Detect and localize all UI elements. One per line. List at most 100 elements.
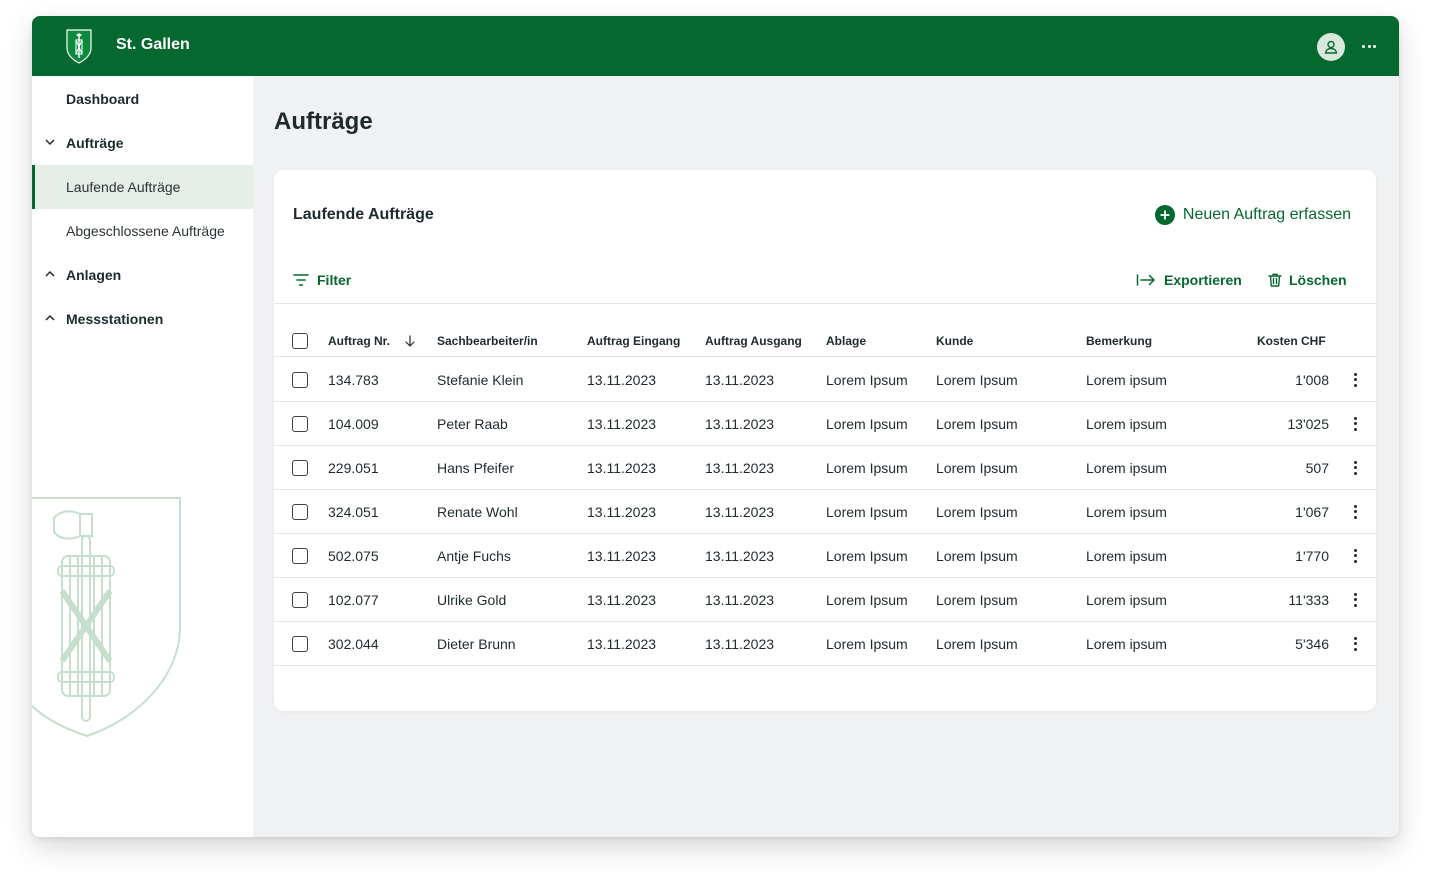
sidebar: Dashboard Aufträge Laufende Aufträge Abg…: [32, 76, 253, 837]
cell-ablage: Lorem Ipsum: [826, 635, 908, 652]
cell-bemerkung: Lorem ipsum: [1086, 591, 1167, 608]
orders-card: Laufende Aufträge Neuen Auftrag erfassen…: [274, 170, 1376, 711]
cell-eingang: 13.11.2023: [587, 415, 657, 432]
cell-kunde: Lorem Ipsum: [936, 635, 1018, 652]
row-checkbox[interactable]: [292, 371, 308, 388]
export-icon: [1136, 274, 1155, 286]
cell-ablage: Lorem Ipsum: [826, 371, 908, 388]
sidebar-item-label: Anlagen: [66, 267, 122, 283]
row-checkbox[interactable]: [292, 415, 308, 432]
new-order-label: Neuen Auftrag erfassen: [1182, 206, 1351, 223]
cell-eingang: 13.11.2023: [587, 635, 657, 652]
cell-ausgang: 13.11.2023: [705, 371, 775, 388]
row-menu-icon[interactable]: [1353, 548, 1357, 563]
sidebar-item-laufende-auftraege[interactable]: Laufende Aufträge: [32, 165, 253, 209]
cell-kosten: 1'008: [1295, 371, 1329, 388]
select-all-checkbox[interactable]: [292, 332, 308, 349]
row-checkbox[interactable]: [292, 547, 308, 564]
table-row[interactable]: 104.009 Peter Raab 13.11.2023 13.11.2023…: [274, 402, 1376, 446]
cell-ausgang: 13.11.2023: [705, 547, 775, 564]
table-row[interactable]: 229.051 Hans Pfeifer 13.11.2023 13.11.20…: [274, 446, 1376, 490]
cell-ablage: Lorem Ipsum: [826, 547, 908, 564]
cell-ausgang: 13.11.2023: [705, 591, 775, 608]
cell-sachbearbeiter: Hans Pfeifer: [437, 459, 515, 476]
cell-kosten: 507: [1305, 459, 1329, 476]
cell-eingang: 13.11.2023: [587, 547, 657, 564]
trash-icon: [1268, 273, 1282, 287]
sidebar-item-label: Messstationen: [66, 311, 164, 327]
sidebar-item-messstationen[interactable]: Messstationen: [32, 297, 253, 341]
cell-bemerkung: Lorem ipsum: [1086, 503, 1167, 520]
cell-sachbearbeiter: Stefanie Klein: [437, 371, 524, 388]
filter-button[interactable]: Filter: [293, 272, 351, 288]
app-window: St. Gallen Dashboard Aufträge Laufende A…: [32, 16, 1399, 837]
cell-ablage: Lorem Ipsum: [826, 415, 908, 432]
cell-sachbearbeiter: Dieter Brunn: [437, 635, 516, 652]
cell-sachbearbeiter: Renate Wohl: [437, 503, 518, 520]
export-label: Exportieren: [1164, 272, 1242, 288]
user-avatar-icon[interactable]: [1317, 33, 1345, 61]
row-menu-icon[interactable]: [1353, 416, 1357, 431]
sidebar-item-auftraege[interactable]: Aufträge: [32, 121, 253, 165]
sidebar-item-label: Laufende Aufträge: [66, 179, 181, 195]
row-checkbox[interactable]: [292, 459, 308, 476]
cell-eingang: 13.11.2023: [587, 459, 657, 476]
app-title: St. Gallen: [116, 36, 190, 53]
table-row[interactable]: 302.044 Dieter Brunn 13.11.2023 13.11.20…: [274, 622, 1376, 666]
table-header: Auftrag Nr. Sachbearbeiter/in Auftrag Ei…: [274, 325, 1376, 357]
cell-bemerkung: Lorem ipsum: [1086, 459, 1167, 476]
cell-bemerkung: Lorem ipsum: [1086, 547, 1167, 564]
row-checkbox[interactable]: [292, 635, 308, 652]
table-row[interactable]: 134.783 Stefanie Klein 13.11.2023 13.11.…: [274, 358, 1376, 402]
row-menu-icon[interactable]: [1353, 372, 1357, 387]
row-menu-icon[interactable]: [1353, 592, 1357, 607]
cell-eingang: 13.11.2023: [587, 503, 657, 520]
row-menu-icon[interactable]: [1353, 636, 1357, 651]
cell-nr: 302.044: [328, 635, 379, 652]
sidebar-item-abgeschlossene-auftraege[interactable]: Abgeschlossene Aufträge: [32, 209, 253, 253]
chevron-up-icon: [45, 314, 55, 321]
cell-kosten: 11'333: [1288, 591, 1329, 608]
export-button[interactable]: Exportieren: [1136, 272, 1242, 288]
cell-ausgang: 13.11.2023: [705, 459, 775, 476]
sidebar-item-anlagen[interactable]: Anlagen: [32, 253, 253, 297]
cell-sachbearbeiter: Antje Fuchs: [437, 547, 511, 564]
cell-kosten: 13'025: [1287, 415, 1329, 432]
cell-sachbearbeiter: Ulrike Gold: [437, 591, 507, 608]
more-horizontal-icon[interactable]: [1362, 34, 1376, 58]
column-header-ausgang[interactable]: Auftrag Ausgang: [705, 325, 802, 356]
cell-bemerkung: Lorem ipsum: [1086, 635, 1167, 652]
sidebar-item-label: Dashboard: [66, 91, 140, 107]
column-header-ablage[interactable]: Ablage: [826, 325, 866, 356]
cell-nr: 502.075: [328, 547, 379, 564]
cell-nr: 134.783: [328, 371, 379, 388]
cell-bemerkung: Lorem ipsum: [1086, 371, 1167, 388]
row-menu-icon[interactable]: [1353, 460, 1357, 475]
cell-kosten: 5'346: [1295, 635, 1329, 652]
column-header-kunde[interactable]: Kunde: [936, 325, 973, 356]
column-header-sachbearbeiter[interactable]: Sachbearbeiter/in: [437, 325, 538, 356]
toolbar-divider: [274, 303, 1376, 304]
filter-icon: [293, 274, 309, 286]
cell-ablage: Lorem Ipsum: [826, 503, 908, 520]
row-checkbox[interactable]: [292, 591, 308, 608]
column-label: Auftrag Nr.: [328, 333, 391, 348]
sidebar-item-dashboard[interactable]: Dashboard: [32, 77, 253, 121]
row-checkbox[interactable]: [292, 503, 308, 520]
row-menu-icon[interactable]: [1353, 504, 1357, 519]
cell-kunde: Lorem Ipsum: [936, 371, 1018, 388]
table-row[interactable]: 324.051 Renate Wohl 13.11.2023 13.11.202…: [274, 490, 1376, 534]
arrow-down-icon[interactable]: [404, 334, 416, 347]
column-header-nr[interactable]: Auftrag Nr.: [328, 325, 416, 356]
table-row[interactable]: 102.077 Ulrike Gold 13.11.2023 13.11.202…: [274, 578, 1376, 622]
delete-button[interactable]: Löschen: [1267, 272, 1347, 288]
st-gallen-crest-icon[interactable]: [65, 28, 93, 64]
column-header-eingang[interactable]: Auftrag Eingang: [587, 325, 680, 356]
column-header-bemerkung[interactable]: Bemerkung: [1086, 325, 1152, 356]
cell-nr: 102.077: [328, 591, 379, 608]
cell-sachbearbeiter: Peter Raab: [437, 415, 508, 432]
new-order-button[interactable]: Neuen Auftrag erfassen: [1154, 205, 1351, 225]
table-row[interactable]: 502.075 Antje Fuchs 13.11.2023 13.11.202…: [274, 534, 1376, 578]
cell-ablage: Lorem Ipsum: [826, 459, 908, 476]
column-header-kosten[interactable]: Kosten CHF: [1257, 325, 1326, 356]
